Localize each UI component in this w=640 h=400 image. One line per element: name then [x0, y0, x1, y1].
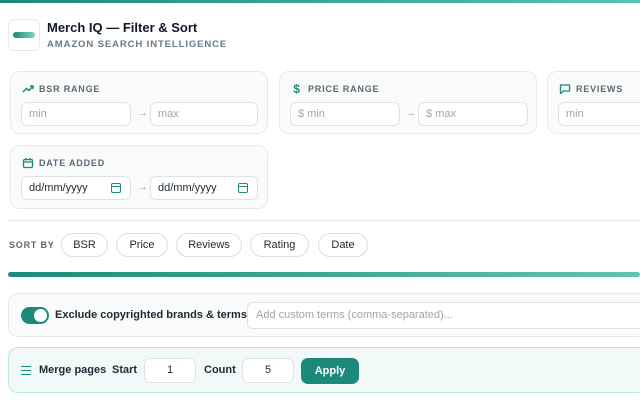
range-arrow: → [137, 107, 148, 119]
app-subtitle: AMAZON SEARCH INTELLIGENCE [47, 39, 228, 50]
app-title: Merch IQ — Filter & Sort [47, 20, 198, 35]
sort-date-button[interactable]: Date [318, 233, 368, 257]
merge-pages-label: Merge pages [39, 364, 107, 376]
dollar-icon: $ [293, 82, 301, 96]
menu-icon [21, 366, 31, 375]
exclude-card: Exclude copyrighted brands & terms Add c… [8, 293, 640, 337]
reviews-label: REVIEWS [576, 84, 624, 94]
toggle-knob [34, 309, 47, 322]
date-to-input[interactable]: dd/mm/yyyy [150, 176, 258, 200]
range-arrow: → [137, 181, 148, 193]
sort-reviews-button[interactable]: Reviews [176, 233, 242, 257]
sort-rating-button[interactable]: Rating [250, 233, 309, 257]
merge-pages-card: Merge pages Start 1 Count 5 Apply [8, 347, 640, 393]
date-added-card: DATE ADDED dd/mm/yyyy → dd/mm/yyyy [10, 145, 268, 209]
trend-up-icon [22, 85, 34, 93]
price-max-input[interactable]: $ max [418, 102, 528, 126]
sort-by-label: SORT BY [9, 240, 55, 250]
reviews-card: REVIEWS min [547, 71, 640, 134]
start-input[interactable]: 1 [144, 358, 196, 383]
app-header: Merch IQ — Filter & Sort AMAZON SEARCH I… [8, 19, 227, 51]
calendar-picker-icon[interactable] [238, 183, 248, 193]
price-range-label: PRICE RANGE [308, 84, 380, 94]
top-accent-bar [0, 0, 640, 3]
date-to-value: dd/mm/yyyy [158, 182, 217, 194]
bsr-max-input[interactable]: max [150, 102, 258, 126]
bsr-range-label: BSR RANGE [39, 84, 101, 94]
bsr-min-input[interactable]: min [21, 102, 131, 126]
count-label: Count [204, 364, 236, 376]
date-added-label: DATE ADDED [39, 158, 105, 168]
sort-bsr-button[interactable]: BSR [61, 233, 108, 257]
section-divider [8, 220, 640, 221]
sort-price-button[interactable]: Price [116, 233, 168, 257]
bsr-range-card: BSR RANGE min → max [10, 71, 268, 134]
date-from-input[interactable]: dd/mm/yyyy [21, 176, 131, 200]
custom-terms-input[interactable]: Add custom terms (comma-separated)... [247, 302, 640, 329]
date-from-value: dd/mm/yyyy [29, 182, 88, 194]
exclude-label: Exclude copyrighted brands & terms [55, 309, 247, 321]
price-min-input[interactable]: $ min [290, 102, 400, 126]
count-input[interactable]: 5 [242, 358, 294, 383]
reviews-min-input[interactable]: min [558, 102, 640, 126]
start-label: Start [112, 364, 138, 376]
progress-bar [8, 272, 640, 277]
merch-iq-logo [8, 19, 40, 51]
chat-icon [559, 84, 571, 95]
exclude-toggle[interactable] [21, 307, 49, 324]
range-arrow: → [405, 107, 416, 119]
calendar-picker-icon[interactable] [111, 183, 121, 193]
calendar-icon [22, 158, 34, 169]
apply-button[interactable]: Apply [301, 358, 359, 384]
price-range-card: $ PRICE RANGE $ min → $ max [279, 71, 537, 134]
